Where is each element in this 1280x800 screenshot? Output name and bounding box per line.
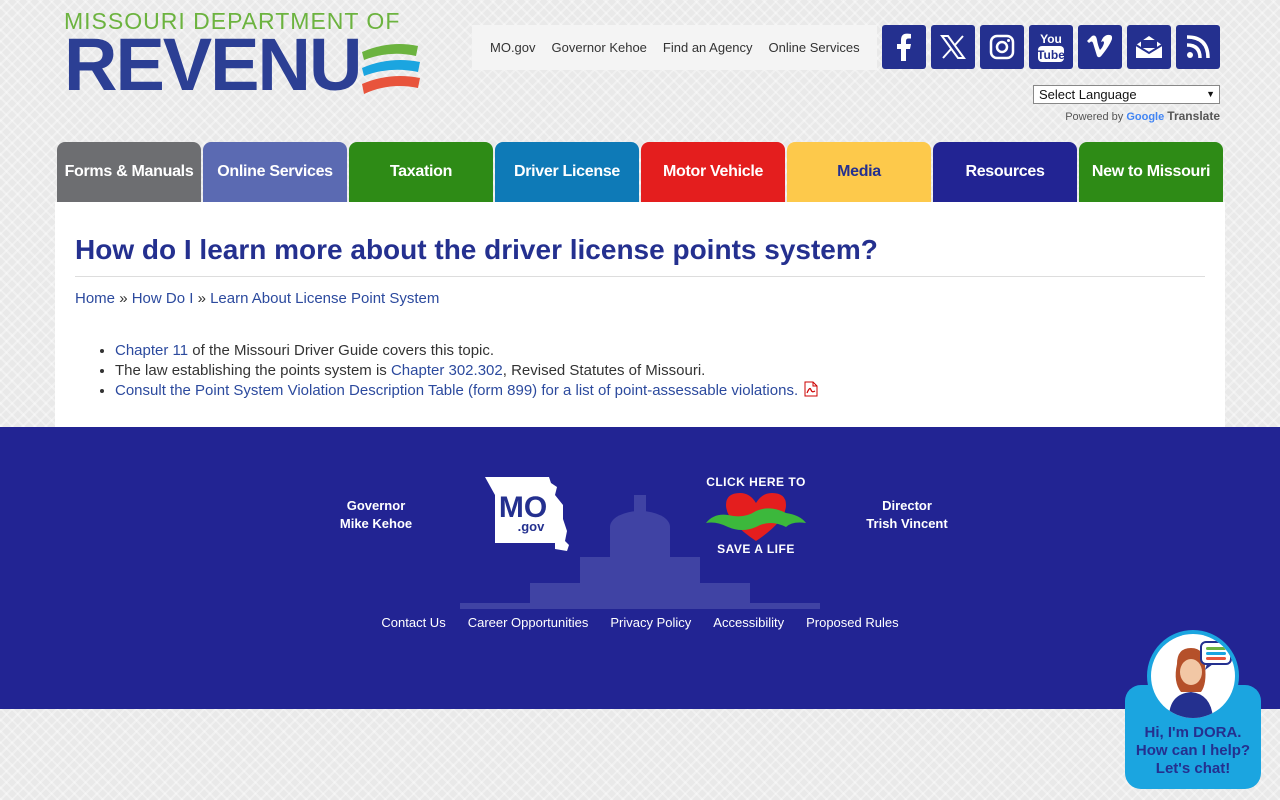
util-link-online-services[interactable]: Online Services — [769, 40, 860, 55]
form-899-link[interactable]: Consult the Point System Violation Descr… — [115, 382, 798, 399]
language-select[interactable]: Select Language ▼ — [1033, 85, 1220, 104]
organ-donor-link[interactable]: CLICK HERE TO SAVE A LIFE — [700, 475, 812, 559]
nav-tab-motor-vehicle[interactable]: Motor Vehicle — [641, 142, 785, 202]
mo-logo-subtext: .gov — [518, 519, 545, 534]
nav-tab-new-to-missouri[interactable]: New to Missouri — [1079, 142, 1223, 202]
x-icon — [940, 35, 966, 59]
dor-logo[interactable]: MISSOURI DEPARTMENT OF REVENU — [64, 8, 424, 106]
chevron-down-icon: ▼ — [1206, 89, 1215, 99]
chapter-302-302-link[interactable]: Chapter 302.302 — [391, 362, 503, 379]
info-list: Chapter 11 of the Missouri Driver Guide … — [75, 341, 1205, 401]
util-link-governor[interactable]: Governor Kehoe — [552, 40, 647, 55]
director-title: Director — [882, 498, 932, 513]
instagram-icon — [989, 34, 1015, 60]
page-title: How do I learn more about the driver lic… — [75, 234, 1205, 277]
director-name: Trish Vincent — [866, 516, 948, 531]
nav-tab-driver-license[interactable]: Driver License — [495, 142, 639, 202]
dora-line-3: Let's chat! — [1155, 760, 1231, 777]
footer-links: Contact Us Career Opportunities Privacy … — [0, 615, 1280, 630]
translate-link[interactable]: Translate — [1167, 109, 1220, 123]
util-link-find-agency[interactable]: Find an Agency — [663, 40, 753, 55]
dora-assistant-icon — [1169, 641, 1232, 718]
google-logo: Google — [1126, 111, 1165, 123]
rss-button[interactable] — [1176, 25, 1220, 69]
list-item-text: The law establishing the points system i… — [115, 362, 391, 379]
pdf-icon — [804, 381, 818, 397]
footer-link-contact-us[interactable]: Contact Us — [381, 615, 445, 630]
governor-title: Governor — [346, 498, 406, 513]
save-life-top-text: CLICK HERE TO — [706, 475, 806, 489]
list-item-text: of the Missouri Driver Guide covers this… — [188, 342, 495, 359]
logo-flag-icon — [362, 44, 420, 94]
breadcrumb: Home » How Do I » Learn About License Po… — [75, 290, 1205, 307]
breadcrumb-separator: » — [197, 290, 206, 307]
dora-line-1: Hi, I'm DORA. — [1144, 724, 1242, 741]
breadcrumb-current[interactable]: Learn About License Point System — [210, 290, 439, 307]
chapter-11-link[interactable]: Chapter 11 — [115, 342, 188, 359]
youtube-button[interactable]: You Tube — [1029, 25, 1073, 69]
email-icon — [1135, 36, 1163, 58]
breadcrumb-how-do-i[interactable]: How Do I — [132, 290, 194, 307]
governor-link[interactable]: Governor Mike Kehoe — [336, 497, 416, 533]
logo-main-text: REVENU — [64, 23, 362, 106]
vimeo-icon — [1087, 34, 1113, 58]
youtube-icon: You Tube — [1037, 32, 1065, 62]
breadcrumb-home[interactable]: Home — [75, 290, 115, 307]
mo-gov-logo[interactable]: MO .gov — [483, 475, 571, 555]
governor-name: Mike Kehoe — [339, 516, 413, 531]
nav-tab-taxation[interactable]: Taxation — [349, 142, 493, 202]
social-links: You Tube — [882, 25, 1220, 69]
google-translate-credit: Powered by Google Translate — [1065, 109, 1220, 123]
main-nav: Forms & Manuals Online Services Taxation… — [57, 142, 1223, 202]
nav-tab-media[interactable]: Media — [787, 142, 931, 202]
vimeo-button[interactable] — [1078, 25, 1122, 69]
email-signup-button[interactable] — [1127, 25, 1171, 69]
breadcrumb-separator: » — [119, 290, 128, 307]
youtube-icon-text-bottom: Tube — [1037, 48, 1065, 62]
powered-by-text: Powered by — [1065, 111, 1124, 123]
heart-icon — [706, 493, 806, 541]
main-content: How do I learn more about the driver lic… — [55, 202, 1225, 427]
rss-icon — [1186, 35, 1210, 59]
list-item: The law establishing the points system i… — [115, 361, 1205, 381]
list-item: Chapter 11 of the Missouri Driver Guide … — [115, 341, 1205, 361]
youtube-icon-text-top: You — [1040, 32, 1062, 46]
director-link[interactable]: Director Trish Vincent — [862, 497, 952, 533]
nav-tab-resources[interactable]: Resources — [933, 142, 1077, 202]
footer-link-accessibility[interactable]: Accessibility — [713, 615, 784, 630]
facebook-icon — [897, 33, 911, 61]
footer-link-proposed-rules[interactable]: Proposed Rules — [806, 615, 899, 630]
nav-tab-forms-manuals[interactable]: Forms & Manuals — [57, 142, 201, 202]
save-life-bottom-text: SAVE A LIFE — [717, 542, 795, 556]
facebook-button[interactable] — [882, 25, 926, 69]
list-item: Consult the Point System Violation Descr… — [115, 381, 1205, 401]
nav-tab-online-services[interactable]: Online Services — [203, 142, 347, 202]
dora-chat-widget[interactable]: Hi, I'm DORA. How can I help? Let's chat… — [1125, 630, 1261, 790]
site-footer: Governor Mike Kehoe MO .gov CLICK HERE T… — [0, 427, 1280, 709]
list-item-text: , Revised Statutes of Missouri. — [502, 362, 706, 379]
utility-nav: MO.gov Governor Kehoe Find an Agency Onl… — [472, 25, 877, 70]
util-link-mogov[interactable]: MO.gov — [490, 40, 536, 55]
language-select-value: Select Language — [1039, 87, 1137, 102]
dora-chat-text[interactable]: Hi, I'm DORA. How can I help? Let's chat… — [1125, 724, 1261, 778]
dora-line-2: How can I help? — [1135, 742, 1251, 759]
dora-avatar[interactable] — [1147, 630, 1239, 722]
x-button[interactable] — [931, 25, 975, 69]
footer-link-careers[interactable]: Career Opportunities — [468, 615, 589, 630]
instagram-button[interactable] — [980, 25, 1024, 69]
footer-link-privacy[interactable]: Privacy Policy — [610, 615, 691, 630]
